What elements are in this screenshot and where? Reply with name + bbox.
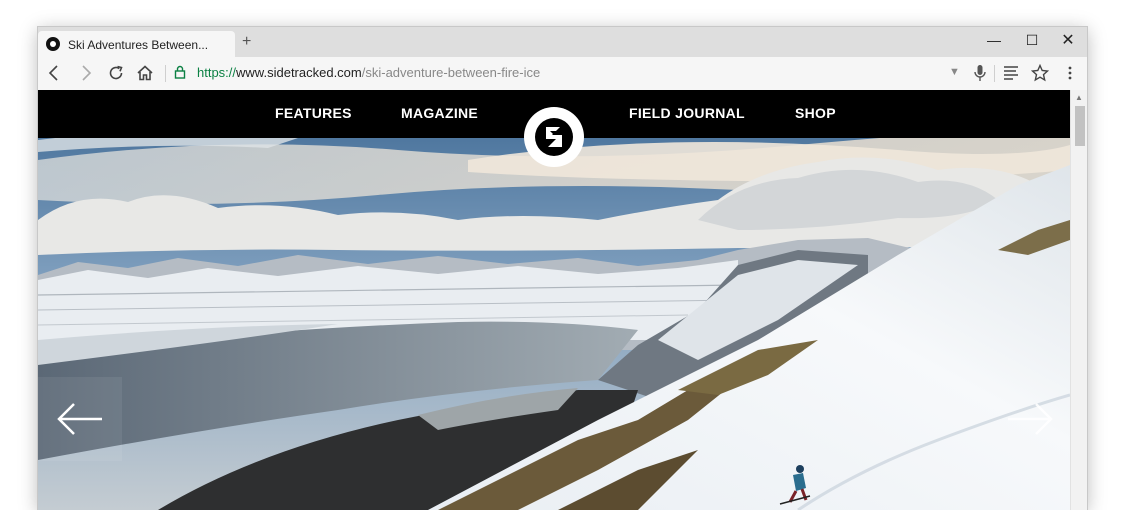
nav-item-magazine[interactable]: MAGAZINE [401,105,478,121]
url-dropdown-icon[interactable]: ▼ [949,66,960,78]
close-button[interactable]: ✕ [1059,30,1077,50]
arrow-left-icon [57,403,102,435]
sidetracked-logo[interactable] [524,107,584,167]
browser-tab[interactable]: Ski Adventures Between... [38,31,235,57]
toolbar-divider [165,65,166,82]
browser-menu-button[interactable] [1059,62,1081,84]
home-icon [137,65,153,81]
next-slide-button[interactable] [988,377,1070,461]
browser-window: Ski Adventures Between... + — ☐ ✕ https:… [38,27,1087,510]
new-tab-button[interactable]: + [242,33,251,51]
scrollbar-thumb[interactable] [1075,106,1085,146]
kebab-menu-icon [1068,66,1072,80]
site-favicon-icon [46,37,60,51]
bookmark-button[interactable] [1029,62,1051,84]
page-scrollbar[interactable]: ▲ [1070,90,1087,510]
url-scheme: https:// [197,65,237,80]
arrow-left-icon [48,65,58,81]
minimize-button[interactable]: — [985,32,1003,48]
previous-slide-button[interactable] [38,377,122,461]
home-button[interactable] [134,62,156,84]
nav-item-field-journal[interactable]: FIELD JOURNAL [629,105,745,121]
reader-mode-icon [1004,66,1018,80]
tab-title: Ski Adventures Between... [68,38,209,52]
toolbar-divider [994,65,995,82]
tab-strip: Ski Adventures Between... + — ☐ ✕ [38,27,1087,57]
reader-mode-button[interactable] [1000,62,1022,84]
page-viewport: FEATURES MAGAZINE FIELD JOURNAL SHOP [38,90,1070,510]
maximize-button[interactable]: ☐ [1023,32,1041,49]
reload-icon [109,65,123,80]
reload-button[interactable] [105,62,127,84]
url-domain: www.sidetracked.com [236,65,362,80]
back-button[interactable] [43,62,65,84]
nav-item-shop[interactable]: SHOP [795,105,836,121]
browser-toolbar: https://www.sidetracked.com/ski-adventur… [38,57,1087,91]
microphone-icon [974,65,986,81]
star-icon [1031,64,1049,82]
lock-icon[interactable] [174,65,186,84]
forward-button[interactable] [75,62,97,84]
nav-item-features[interactable]: FEATURES [275,105,352,121]
address-bar-url[interactable]: https://www.sidetracked.com/ski-adventur… [197,65,540,80]
url-path: /ski-adventure-between-fire-ice [361,65,541,80]
arrow-right-icon [1008,403,1053,435]
scroll-up-icon[interactable]: ▲ [1075,93,1083,102]
voice-search-button[interactable] [969,62,991,84]
arrow-right-icon [82,65,92,81]
